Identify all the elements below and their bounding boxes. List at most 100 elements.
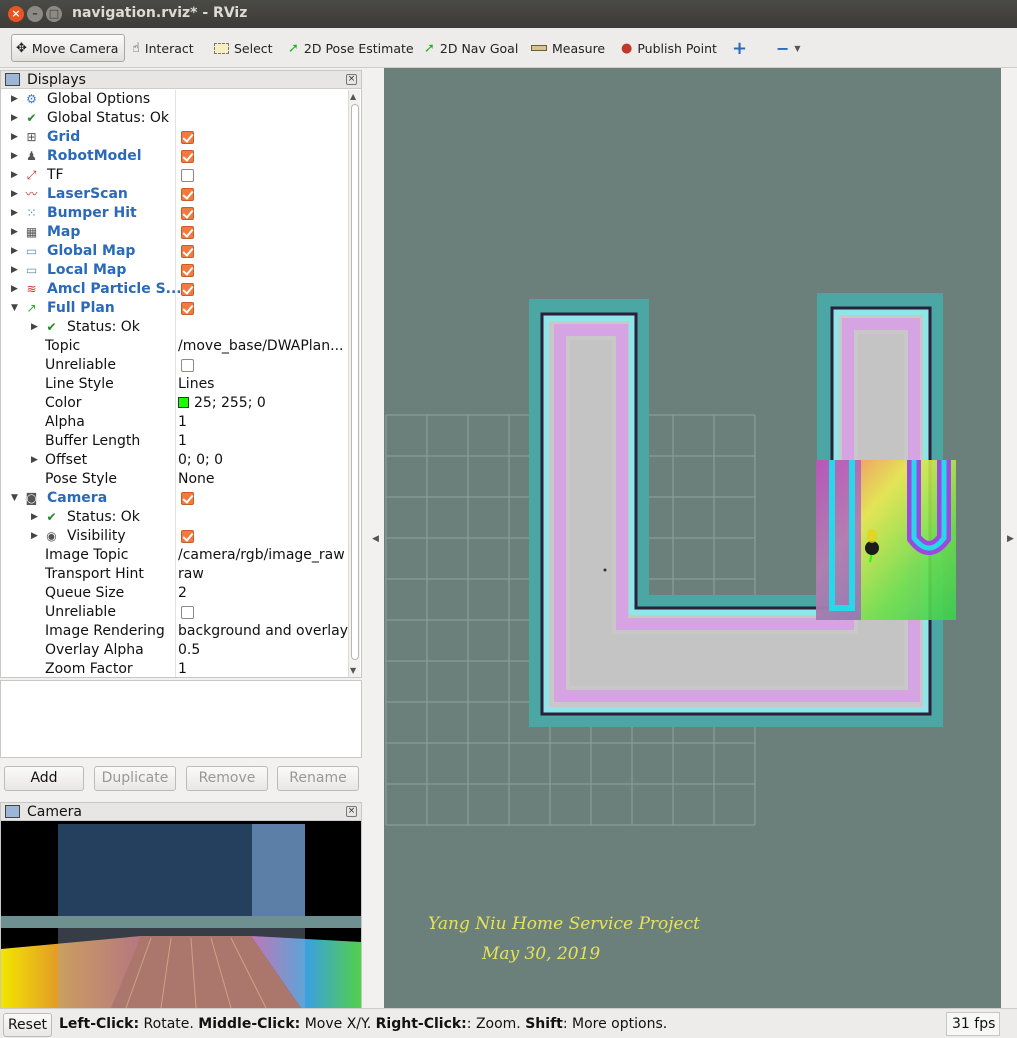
display-tree-label: Buffer Length (45, 433, 141, 449)
collapsed-arrow-icon[interactable]: ▶ (11, 185, 18, 204)
enabled-checkbox[interactable] (181, 302, 194, 315)
monitor-icon (5, 73, 20, 86)
select-box-icon (214, 42, 229, 54)
minus-icon: − (776, 38, 790, 58)
collapsed-arrow-icon[interactable]: ▶ (31, 451, 38, 470)
window-close-button[interactable]: × (8, 6, 24, 22)
nav-goal-tool[interactable]: ➚ 2D Nav Goal (420, 34, 522, 62)
enabled-checkbox[interactable] (181, 226, 194, 239)
collapsed-arrow-icon[interactable]: ▶ (11, 261, 18, 280)
display-tree-label: Status: Ok (67, 319, 140, 335)
display-tree-label: Global Options (47, 91, 151, 107)
publish-point-tool[interactable]: ● Publish Point (617, 34, 721, 62)
display-type-icon: ✔ (26, 111, 37, 125)
display-tree-value[interactable]: /camera/rgb/image_raw (178, 546, 345, 565)
display-tree-label: Camera (47, 490, 108, 506)
collapsed-arrow-icon[interactable]: ▶ (31, 527, 38, 546)
collapsed-arrow-icon[interactable]: ▶ (11, 90, 18, 109)
collapsed-arrow-icon[interactable]: ▶ (11, 109, 18, 128)
enabled-checkbox[interactable] (181, 530, 194, 543)
collapsed-arrow-icon[interactable]: ▶ (11, 166, 18, 185)
display-tree-value[interactable]: 1 (178, 660, 187, 677)
window-minimize-button[interactable]: – (27, 6, 43, 22)
hint-right-click-action: : Zoom. (466, 1016, 526, 1032)
camera-panel-header: Camera × (1, 803, 361, 821)
hint-left-click-action: Rotate. (139, 1016, 199, 1032)
render-view[interactable]: Yang Niu Home Service Project May 30, 20… (384, 68, 1001, 1008)
green-arrow-icon: ➚ (288, 40, 299, 56)
display-tree-label: Image Topic (45, 547, 129, 563)
display-type-icon: ⁙ (26, 206, 37, 220)
scrollbar-thumb[interactable] (351, 104, 359, 660)
close-icon[interactable]: × (346, 806, 357, 817)
display-type-icon: ↗ (26, 301, 37, 315)
remove-tool-button[interactable]: − ▼ (772, 34, 805, 62)
display-tree-label: Full Plan (47, 300, 115, 316)
displays-scrollbar[interactable]: ▲ ▼ (348, 90, 360, 677)
move-camera-tool[interactable]: ✥ Move Camera (11, 34, 125, 62)
enabled-checkbox[interactable] (181, 359, 194, 372)
duplicate-button[interactable]: Duplicate (94, 766, 176, 791)
collapse-left-icon[interactable]: ◀ (372, 534, 379, 544)
display-type-icon: ✔ (46, 510, 57, 524)
hint-shift-action: : More options. (562, 1016, 668, 1032)
enabled-checkbox[interactable] (181, 207, 194, 220)
remove-button[interactable]: Remove (186, 766, 268, 791)
rename-button[interactable]: Rename (277, 766, 359, 791)
display-tree-value[interactable]: raw (178, 565, 204, 584)
display-tree-label: Local Map (47, 262, 127, 278)
enabled-checkbox[interactable] (181, 492, 194, 505)
display-tree-value[interactable]: /move_base/DWAPlan... (178, 337, 343, 356)
enabled-checkbox[interactable] (181, 188, 194, 201)
window-maximize-button[interactable]: □ (46, 6, 62, 22)
expanded-arrow-icon[interactable]: ▼ (11, 489, 18, 508)
enabled-checkbox[interactable] (181, 283, 194, 296)
enabled-checkbox[interactable] (181, 245, 194, 258)
collapsed-arrow-icon[interactable]: ▶ (11, 147, 18, 166)
display-tree-value[interactable]: 0; 0; 0 (178, 451, 223, 470)
hint-middle-click-action: Move X/Y. (300, 1016, 376, 1032)
add-tool-button[interactable]: + (728, 34, 751, 62)
interact-tool[interactable]: ☝ Interact (128, 34, 198, 62)
enabled-checkbox[interactable] (181, 606, 194, 619)
enabled-checkbox[interactable] (181, 131, 194, 144)
display-tree-value[interactable]: 25; 255; 0 (178, 394, 266, 413)
display-tree-value-text: 1 (178, 661, 187, 677)
enabled-checkbox[interactable] (181, 264, 194, 277)
display-tree-value[interactable]: 1 (178, 432, 187, 451)
display-tree-value[interactable]: 1 (178, 413, 187, 432)
select-tool[interactable]: Select (210, 34, 277, 62)
add-button[interactable]: Add (4, 766, 84, 791)
display-tree-value[interactable]: background and overlay (178, 622, 348, 641)
scroll-down-icon[interactable]: ▼ (350, 666, 356, 675)
select-label: Select (234, 40, 273, 56)
status-bar: Reset Left-Click: Rotate. Middle-Click: … (0, 1008, 1017, 1038)
enabled-checkbox[interactable] (181, 150, 194, 163)
collapsed-arrow-icon[interactable]: ▶ (11, 128, 18, 147)
display-type-icon: ≋ (26, 282, 37, 296)
collapsed-arrow-icon[interactable]: ▶ (11, 223, 18, 242)
display-tree-value[interactable]: None (178, 470, 215, 489)
display-tree-value[interactable]: 2 (178, 584, 187, 603)
collapsed-arrow-icon[interactable]: ▶ (31, 318, 38, 337)
collapsed-arrow-icon[interactable]: ▶ (31, 508, 38, 527)
reset-button[interactable]: Reset (3, 1013, 52, 1037)
display-tree-value[interactable]: 0.5 (178, 641, 200, 660)
display-tree-label: Grid (47, 129, 81, 145)
display-tree-label: LaserScan (47, 186, 128, 202)
collapsed-arrow-icon[interactable]: ▶ (11, 204, 18, 223)
close-icon[interactable]: × (346, 74, 357, 85)
hint-middle-click: Middle-Click: (198, 1016, 301, 1032)
pose-estimate-tool[interactable]: ➚ 2D Pose Estimate (284, 34, 418, 62)
expanded-arrow-icon[interactable]: ▼ (11, 299, 18, 318)
collapsed-arrow-icon[interactable]: ▶ (11, 242, 18, 261)
description-box (0, 680, 362, 758)
collapse-right-icon[interactable]: ▶ (1007, 534, 1014, 544)
scroll-up-icon[interactable]: ▲ (350, 92, 356, 101)
color-swatch[interactable] (178, 397, 189, 408)
measure-tool[interactable]: Measure (527, 34, 609, 62)
collapsed-arrow-icon[interactable]: ▶ (11, 280, 18, 299)
display-tree-value[interactable]: Lines (178, 375, 214, 394)
display-type-icon: ◉ (46, 529, 57, 543)
enabled-checkbox[interactable] (181, 169, 194, 182)
